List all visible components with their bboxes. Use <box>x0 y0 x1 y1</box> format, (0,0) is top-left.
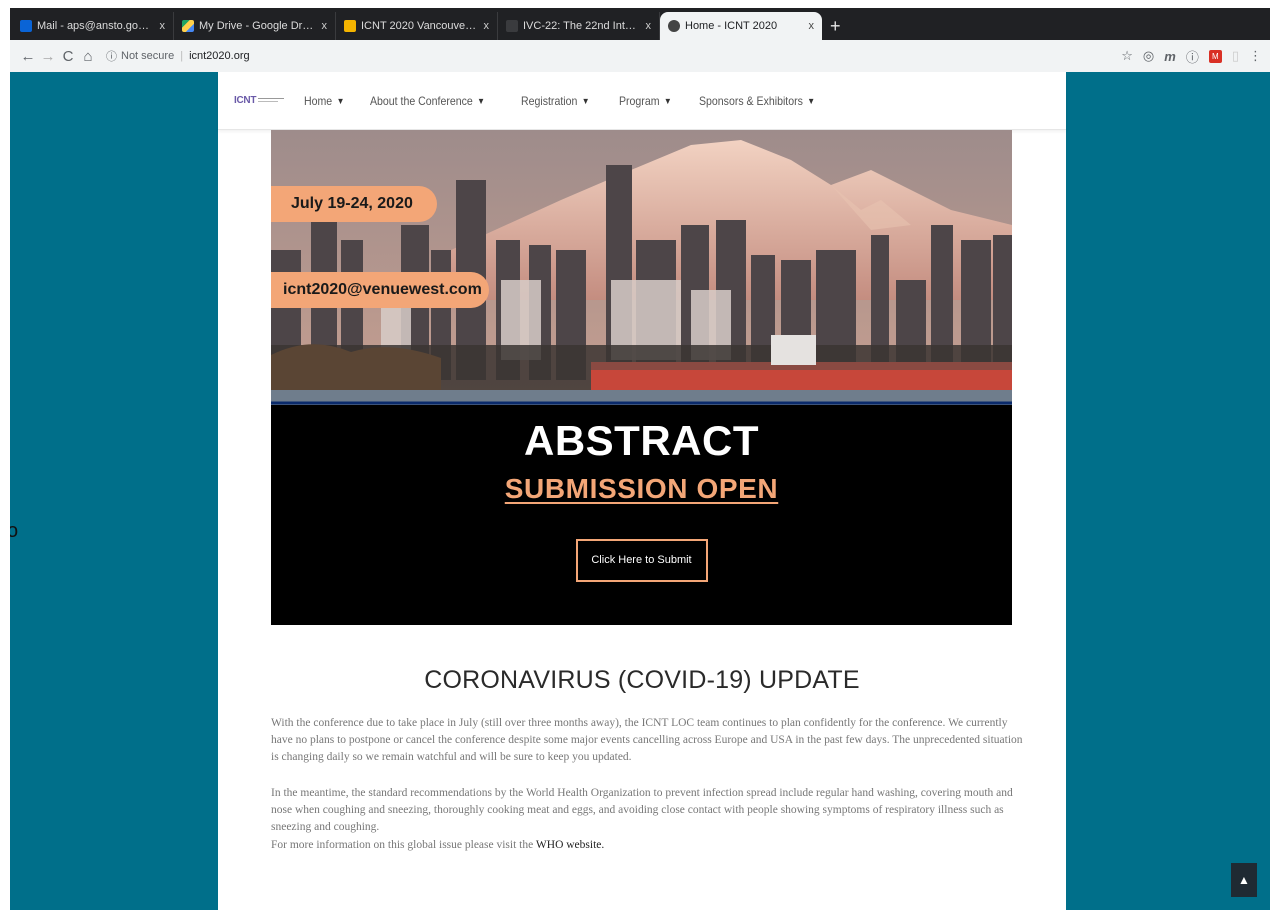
close-tab-icon[interactable]: x <box>322 20 328 32</box>
date-badge: July 19-24, 2020 <box>271 186 437 222</box>
browser-tab-home-icnt[interactable]: Home - ICNT 2020 x <box>660 12 822 40</box>
close-tab-icon[interactable]: x <box>160 20 166 32</box>
nav-program[interactable]: Program ▼ <box>619 94 672 108</box>
tab-title: IVC-22: The 22nd Internat <box>523 20 640 32</box>
logo-tagline-icon <box>258 97 285 105</box>
nav-label: Program <box>618 93 660 108</box>
back-icon[interactable]: ← <box>18 48 38 65</box>
chevron-down-icon: ▼ <box>336 95 345 106</box>
abstract-banner: ABSTRACT SUBMISSION OPEN Click Here to S… <box>271 405 1012 625</box>
nav-label: Sponsors & Exhibitors <box>698 93 803 108</box>
covid-paragraph-1: With the conference due to take place in… <box>271 717 1023 763</box>
bookmark-star-icon[interactable]: ☆ <box>1121 48 1133 64</box>
page-viewport: o ICNT Home ▼ About the Conference ▼ Regis… <box>10 72 1270 910</box>
browser-tab-mail[interactable]: Mail - aps@ansto.gov.au x <box>12 12 174 40</box>
scroll-to-top-button[interactable]: ▲ <box>1231 863 1257 897</box>
outlook-icon <box>20 20 32 32</box>
main-content: ICNT Home ▼ About the Conference ▼ Registr… <box>218 72 1066 910</box>
nav-label: Registration <box>520 93 578 108</box>
forward-icon[interactable]: → <box>38 48 58 65</box>
chevron-down-icon: ▼ <box>581 95 590 106</box>
extension-red-icon[interactable]: M <box>1208 49 1222 63</box>
abstract-title: ABSTRACT <box>524 417 759 464</box>
email-badge[interactable]: icnt2020@venuewest.com <box>271 272 489 308</box>
home-icon[interactable]: ⌂ <box>78 48 98 65</box>
nav-about[interactable]: About the Conference ▼ <box>370 94 485 108</box>
covid-update-heading: CORONAVIRUS (COVID-19) UPDATE <box>424 666 860 694</box>
browser-tab-icnt-slides[interactable]: ICNT 2020 Vancouver - Go x <box>336 12 498 40</box>
nav-home[interactable]: Home ▼ <box>304 94 344 108</box>
extension-circle-icon[interactable]: ⓘ <box>1186 47 1199 66</box>
tab-title: My Drive - Google Drive <box>199 20 316 32</box>
nav-label: About the Conference <box>370 93 473 108</box>
close-tab-icon[interactable]: x <box>809 20 815 32</box>
clipped-text: o <box>10 520 19 542</box>
page-icon <box>506 20 518 32</box>
close-tab-icon[interactable]: x <box>484 20 490 32</box>
nav-label: Home <box>304 93 333 108</box>
security-label: Not secure <box>121 50 175 62</box>
who-website-link[interactable]: WHO website. <box>536 839 604 851</box>
tab-title: Home - ICNT 2020 <box>685 20 778 32</box>
hero-banner: July 19-24, 2020 icnt2020@venuewest.com <box>271 130 1012 405</box>
chevron-down-icon: ▼ <box>663 95 672 106</box>
browser-tab-bar: Mail - aps@ansto.gov.au x My Drive - Goo… <box>10 8 1270 40</box>
new-tab-button[interactable]: + <box>830 12 841 40</box>
submission-open-link[interactable]: SUBMISSION OPEN <box>271 473 1012 505</box>
covid-paragraph-3: For more information on this global issu… <box>271 837 1031 854</box>
info-icon[interactable]: ⓘ <box>106 48 117 64</box>
logo-text: ICNT <box>234 95 257 106</box>
reload-icon[interactable]: C <box>58 48 78 65</box>
url-field[interactable]: ⓘ Not secure | icnt2020.org <box>106 48 250 64</box>
chevron-down-icon: ▼ <box>806 95 815 106</box>
pocket-icon[interactable]: ◎ <box>1143 48 1154 64</box>
tab-title: Mail - aps@ansto.gov.au <box>37 20 154 32</box>
nav-registration[interactable]: Registration ▼ <box>521 94 590 108</box>
covid-paragraph-2: In the meantime, the standard recommenda… <box>271 787 1013 833</box>
extension-puzzle-icon[interactable]: ▯ <box>1232 48 1239 64</box>
tab-title: ICNT 2020 Vancouver - Go <box>361 20 478 32</box>
nav-sponsors[interactable]: Sponsors & Exhibitors ▼ <box>699 94 815 108</box>
more-info-text: For more information on this global issu… <box>271 839 536 851</box>
globe-icon <box>668 20 680 32</box>
browser-tab-ivc22[interactable]: IVC-22: The 22nd Internat x <box>498 12 660 40</box>
chevron-down-icon: ▼ <box>477 95 486 106</box>
menu-icon[interactable]: ⋮ <box>1249 48 1262 64</box>
vancouver-skyline-image <box>271 130 1012 405</box>
logo-mark: ICNT <box>234 95 256 106</box>
google-drive-icon <box>182 20 194 32</box>
site-nav: ICNT Home ▼ About the Conference ▼ Registr… <box>218 72 1066 130</box>
separator: | <box>180 50 184 62</box>
submit-button[interactable]: Click Here to Submit <box>575 539 708 582</box>
icnt-logo[interactable]: ICNT <box>234 95 285 106</box>
close-tab-icon[interactable]: x <box>646 20 652 32</box>
browser-tab-drive[interactable]: My Drive - Google Drive x <box>174 12 336 40</box>
address-bar: ← → C ⌂ ⓘ Not secure | icnt2020.org ☆ ◎ … <box>10 40 1270 72</box>
extension-icons: ☆ ◎ m ⓘ M ▯ ⋮ <box>1121 47 1262 66</box>
url-text[interactable]: icnt2020.org <box>189 50 250 62</box>
slides-icon <box>344 20 356 32</box>
extension-m-icon[interactable]: m <box>1164 49 1176 64</box>
